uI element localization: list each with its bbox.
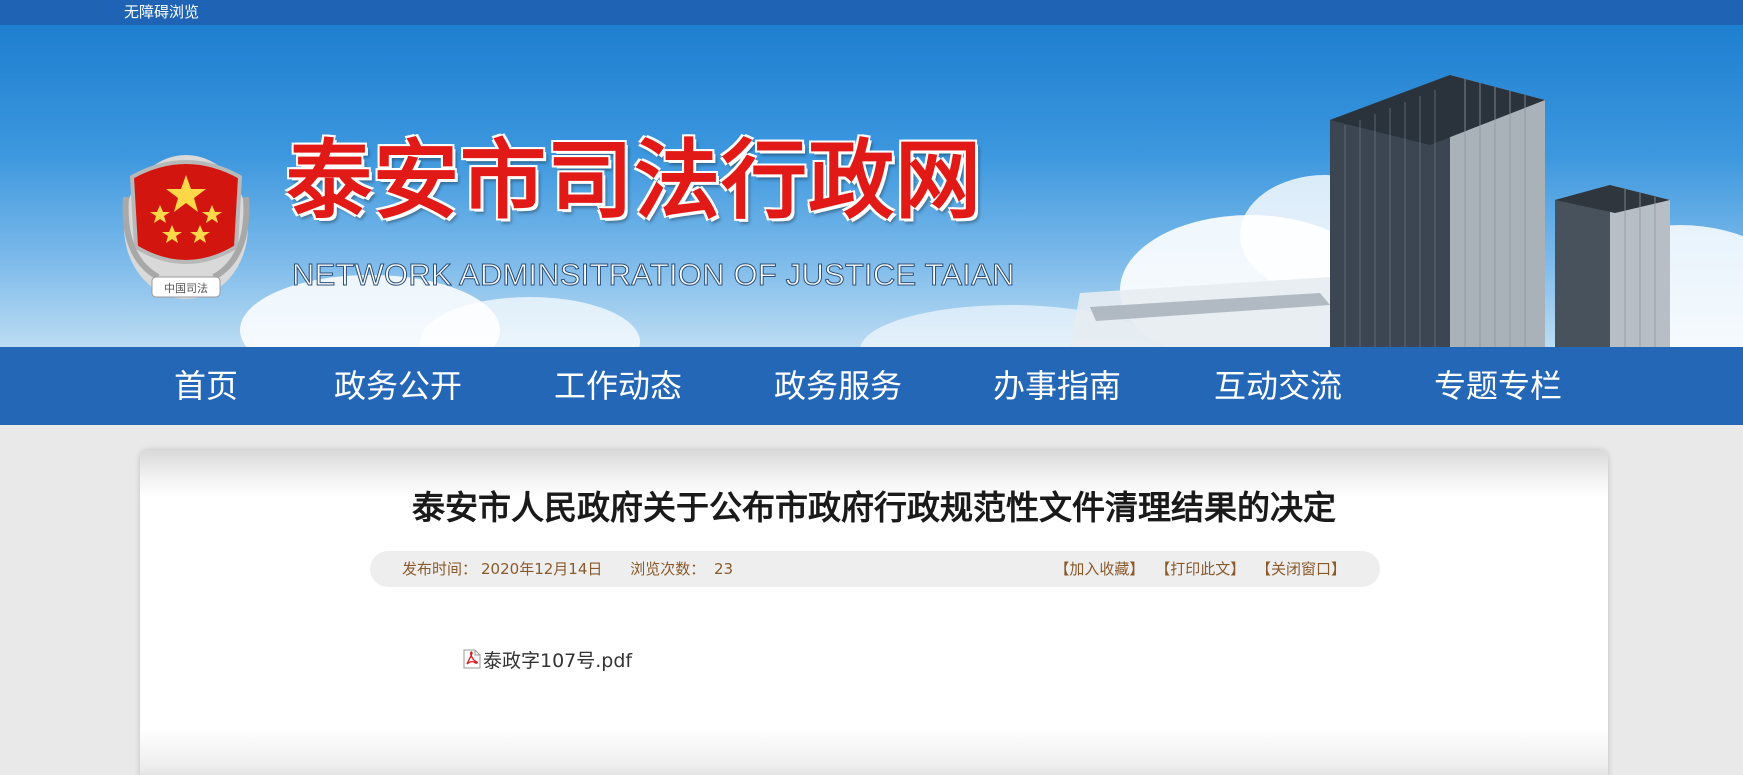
nav-item-home[interactable]: 首页 — [174, 347, 238, 425]
add-favorite-link[interactable]: 【加入收藏】 — [1054, 560, 1144, 578]
pdf-icon — [463, 649, 481, 669]
publish-date-label: 发布时间： — [402, 560, 478, 578]
attachment-link[interactable]: 泰政字107号.pdf — [483, 650, 632, 672]
nav-item-special-topics[interactable]: 专题专栏 — [1434, 347, 1562, 425]
close-window-link[interactable]: 【关闭窗口】 — [1256, 560, 1346, 578]
nav-item-guide[interactable]: 办事指南 — [993, 347, 1121, 425]
top-utility-bar: 无障碍浏览 — [0, 0, 1743, 25]
views-count: 23 — [714, 560, 734, 578]
nav-item-work-news[interactable]: 工作动态 — [554, 347, 682, 425]
site-banner: 中国司法 泰安市司法行政网 NETWORK ADMINSITRATION OF … — [0, 25, 1743, 347]
publish-date: 2020年12月14日 — [481, 560, 603, 578]
article-meta-bar: 发布时间： 2020年12月14日 浏览次数： 23 【加入收藏】 【打印此文】 … — [370, 551, 1380, 587]
nav-item-interaction[interactable]: 互动交流 — [1214, 347, 1342, 425]
nav-item-services[interactable]: 政务服务 — [774, 347, 902, 425]
panel-bottom-shade — [140, 730, 1608, 775]
accessibility-link[interactable]: 无障碍浏览 — [124, 3, 199, 22]
site-title: 泰安市司法行政网 — [286, 131, 982, 231]
article-actions: 【加入收藏】 【打印此文】 【关闭窗口】 — [1048, 551, 1346, 587]
views-label: 浏览次数： — [630, 560, 706, 578]
print-article-link[interactable]: 【打印此文】 — [1155, 560, 1245, 578]
attachment-item: 泰政字107号.pdf — [463, 648, 632, 674]
justice-emblem-logo: 中国司法 — [122, 155, 250, 299]
article-meta-info: 发布时间： 2020年12月14日 浏览次数： 23 — [402, 551, 737, 587]
article-panel: 泰安市人民政府关于公布市政府行政规范性文件清理结果的决定 发布时间： 2020年1… — [140, 450, 1608, 775]
main-navigation: 首页 政务公开 工作动态 政务服务 办事指南 互动交流 专题专栏 — [0, 347, 1743, 425]
emblem-text: 中国司法 — [164, 281, 208, 295]
article-title: 泰安市人民政府关于公布市政府行政规范性文件清理结果的决定 — [412, 488, 1336, 527]
nav-item-government-affairs[interactable]: 政务公开 — [334, 347, 462, 425]
site-subtitle: NETWORK ADMINSITRATION OF JUSTICE TAIAN — [292, 257, 1015, 293]
